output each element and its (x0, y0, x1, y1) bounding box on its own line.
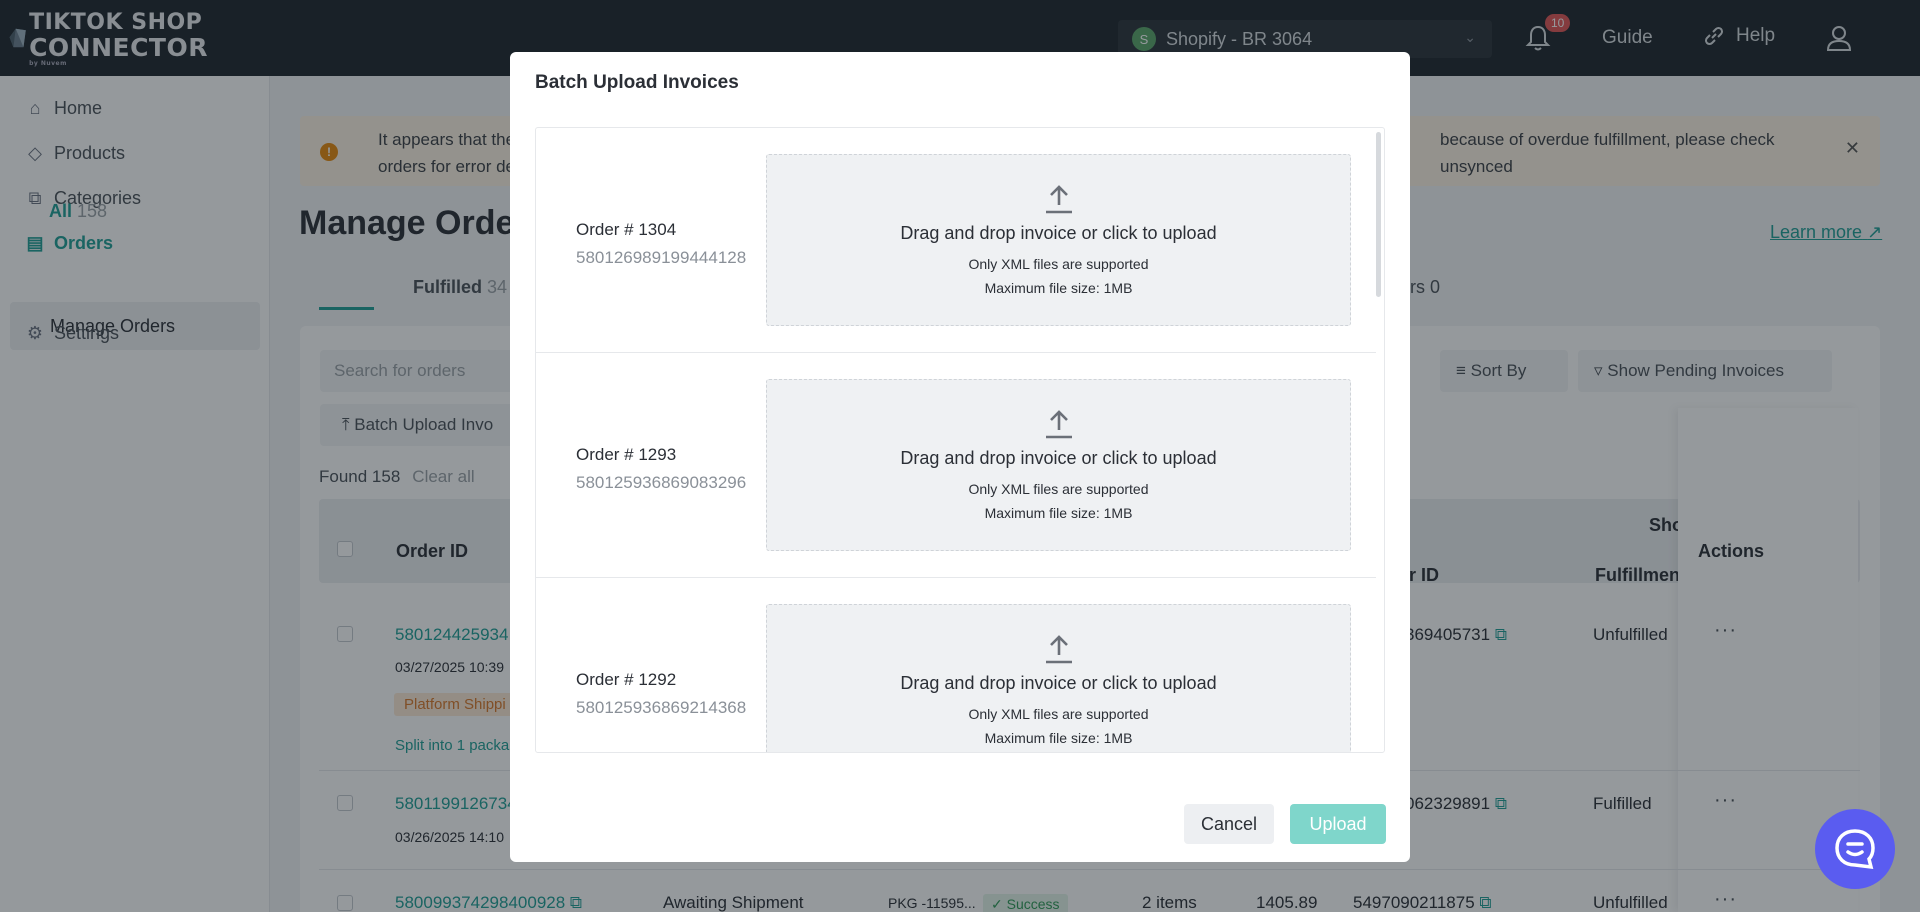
order-number: Order # 1292 (576, 670, 677, 689)
dialog-title: Batch Upload Invoices (535, 72, 739, 93)
dropzone-label: Drag and drop invoice or click to upload (900, 223, 1217, 243)
list-item: Order # 1292 580125936869214368 Drag and… (536, 578, 1376, 752)
upload-icon (1046, 635, 1072, 664)
upload-icon (1046, 410, 1072, 439)
batch-upload-invoices-dialog: Batch Upload Invoices Order # 1304 58012… (510, 52, 1410, 862)
cancel-button[interactable]: Cancel (1184, 804, 1274, 844)
list-item: Order # 1293 580125936869083296 Drag and… (536, 353, 1376, 578)
order-number: Order # 1293 (576, 445, 677, 464)
dropzone-format-hint: Only XML files are supported (968, 256, 1149, 272)
list-scrollbar[interactable] (1376, 132, 1381, 297)
dropzone-size-hint: Maximum file size: 1MB (984, 505, 1133, 521)
invoice-upload-list[interactable]: Order # 1304 580126989199444128 Drag and… (535, 127, 1385, 753)
invoice-dropzone[interactable]: Drag and drop invoice or click to upload… (766, 379, 1351, 551)
upload-button[interactable]: Upload (1290, 804, 1386, 844)
chat-icon (1835, 829, 1875, 870)
dropzone-size-hint: Maximum file size: 1MB (984, 730, 1133, 746)
order-number: Order # 1304 (576, 220, 677, 239)
dropzone-format-hint: Only XML files are supported (968, 481, 1149, 497)
upload-icon (1046, 185, 1072, 214)
dropzone-label: Drag and drop invoice or click to upload (900, 673, 1217, 693)
order-id: 580125936869083296 (576, 473, 747, 492)
dropzone-label: Drag and drop invoice or click to upload (900, 448, 1217, 468)
order-id: 580125936869214368 (576, 698, 747, 717)
list-item: Order # 1304 580126989199444128 Drag and… (536, 128, 1376, 353)
dropzone-format-hint: Only XML files are supported (968, 706, 1149, 722)
order-id: 580126989199444128 (576, 248, 747, 267)
chat-support-button[interactable] (1815, 809, 1895, 889)
dropzone-size-hint: Maximum file size: 1MB (984, 280, 1133, 296)
invoice-dropzone[interactable]: Drag and drop invoice or click to upload… (766, 604, 1351, 752)
invoice-dropzone[interactable]: Drag and drop invoice or click to upload… (766, 154, 1351, 326)
